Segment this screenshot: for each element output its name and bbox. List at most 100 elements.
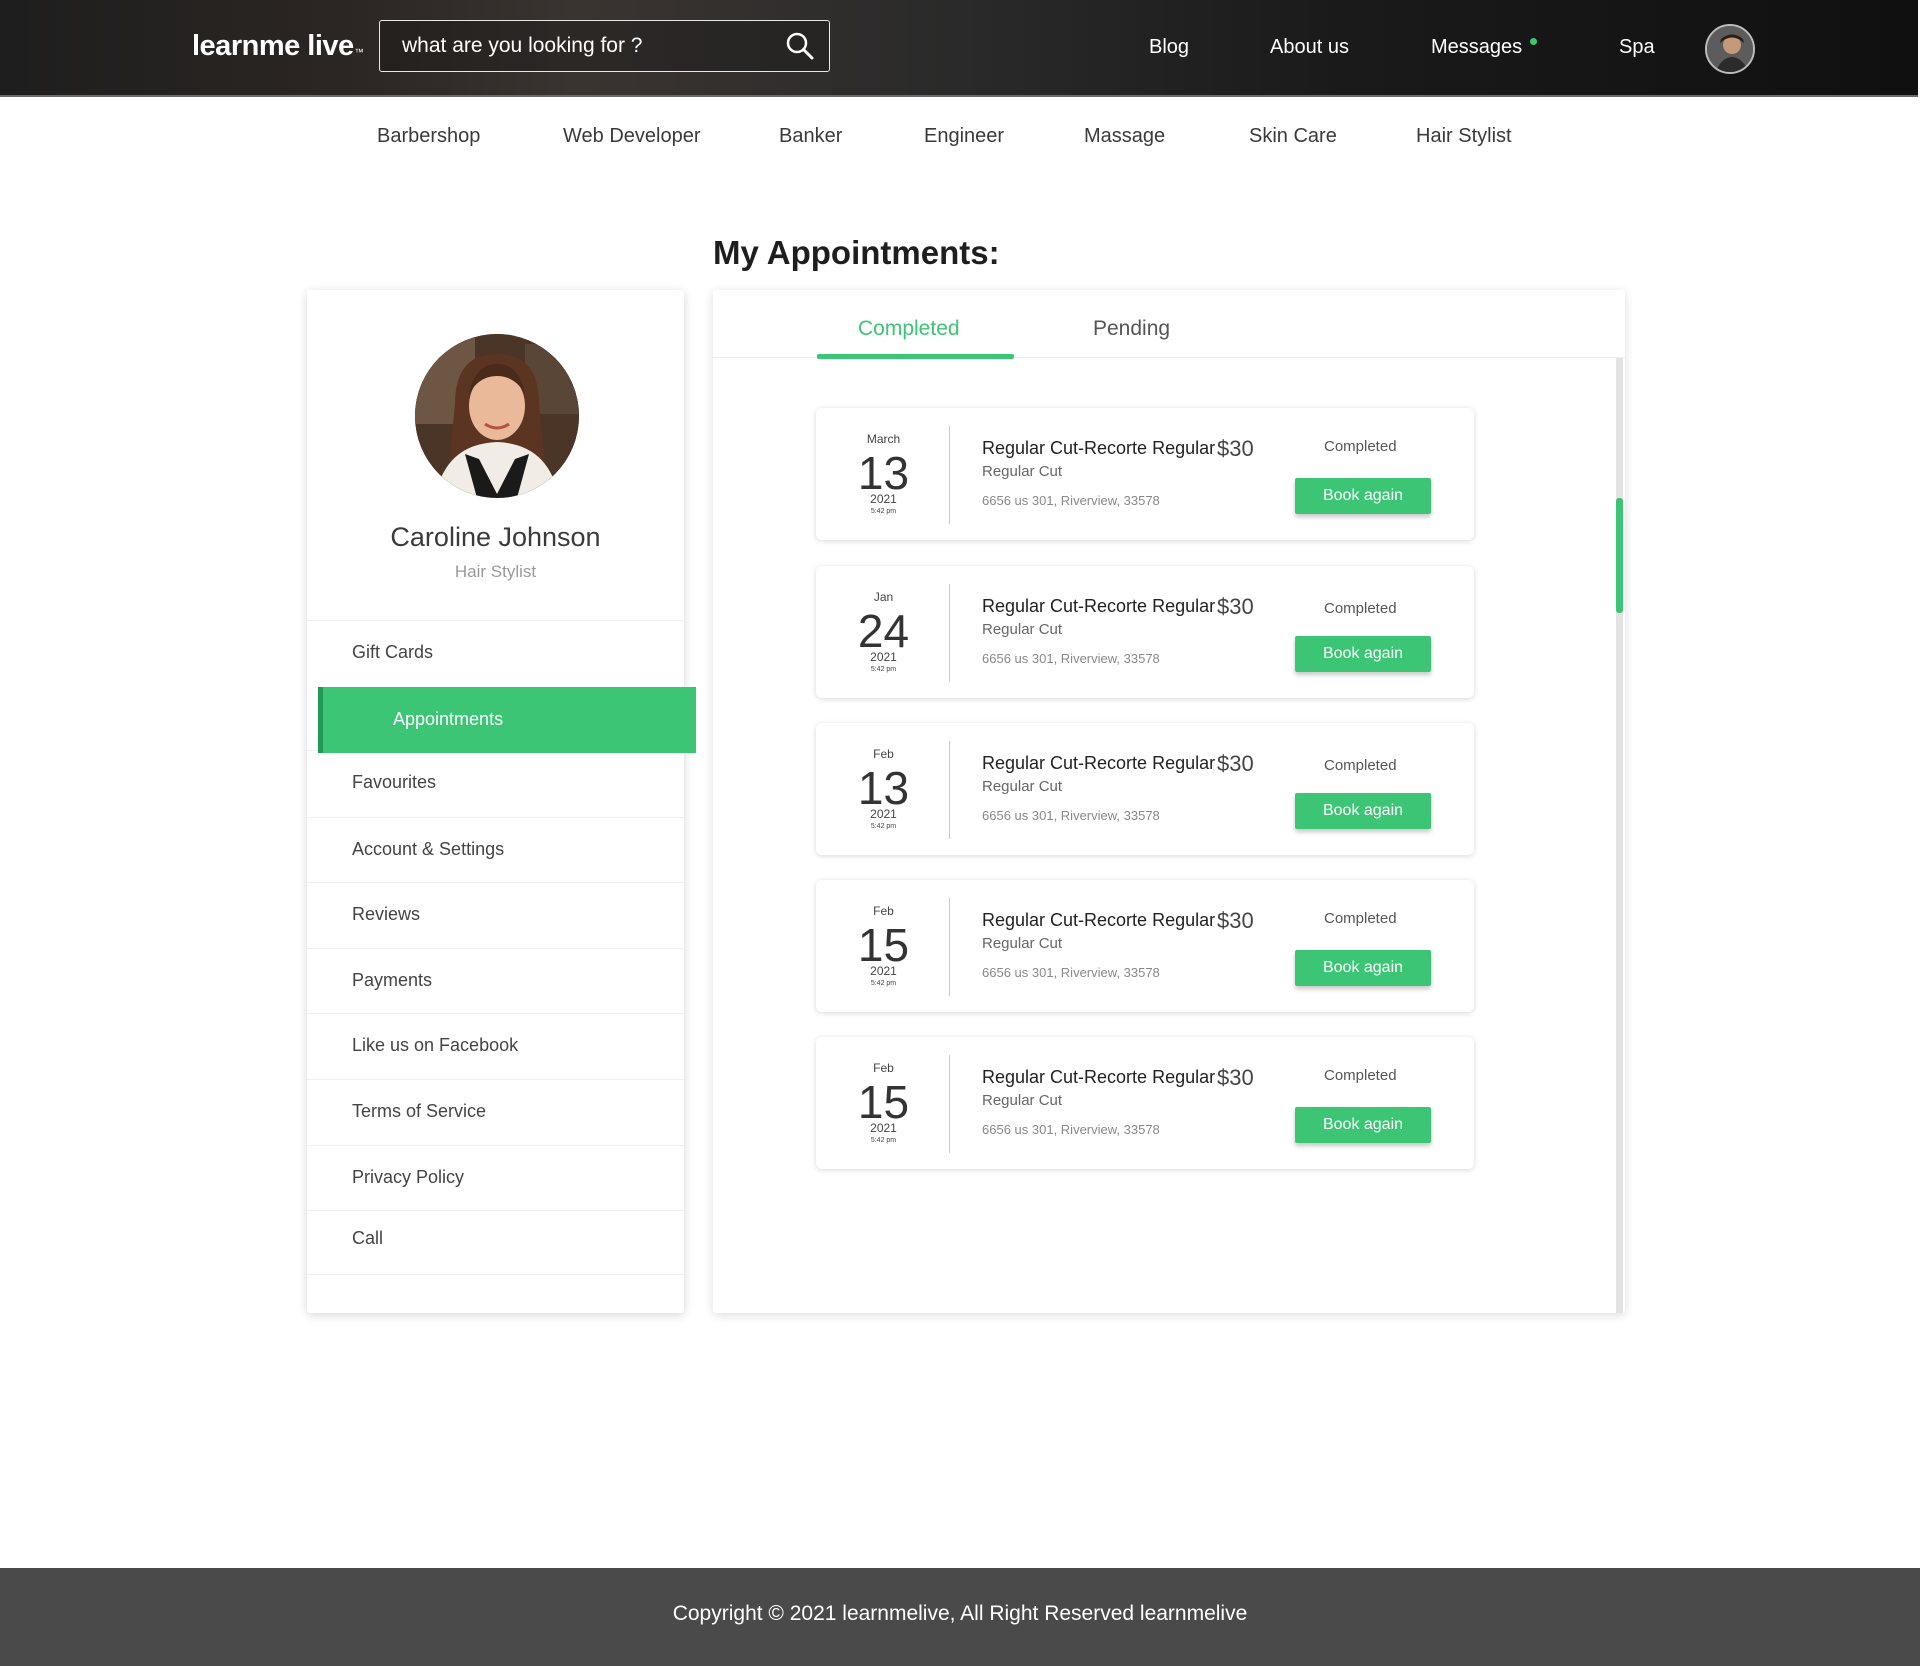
date-month: Feb [873,1061,894,1075]
appointment-date: Jan 24 2021 5:42 pm [816,566,951,698]
category-banker[interactable]: Banker [779,125,842,148]
user-avatar[interactable] [1705,24,1755,74]
profile-role: Hair Stylist [454,562,537,581]
date-year: 2021 [870,650,897,664]
footer: Copyright © 2021 learnmelive, All Right … [0,1568,1920,1666]
service-price: $30 [1217,594,1254,619]
nav-spa[interactable]: Spa [1619,36,1655,59]
card-divider [949,741,950,839]
service-name: Regular Cut-Recorte Regular [982,753,1216,773]
menu-favourites[interactable]: Favourites [307,750,684,814]
service-address: 6656 us 301, Riverview, 33578 [982,965,1160,980]
menu-item-label: Reviews [352,904,421,924]
book-again-button[interactable]: Book again [1295,478,1431,514]
book-again-button[interactable]: Book again [1295,950,1431,986]
service-subtitle: Regular Cut [982,1092,1063,1109]
status-label: Completed [1324,910,1397,927]
book-again-button[interactable]: Book again [1295,636,1431,672]
menu-call[interactable]: Call [307,1210,684,1275]
date-time: 5:42 pm [870,823,897,830]
category-web-developer[interactable]: Web Developer [563,125,700,148]
nav-about-us[interactable]: About us [1270,36,1349,59]
appointment-card: Jan 24 2021 5:42 pm Regular Cut-Recorte … [816,566,1474,698]
status-label: Completed [1324,600,1397,617]
book-again-button[interactable]: Book again [1295,793,1431,829]
service-price: $30 [1217,751,1254,776]
menu-item-label: Account & Settings [352,839,505,859]
nav-messages[interactable]: Messages [1431,36,1522,59]
appointments-panel: Completed Pending March 13 2021 5:42 pm … [713,290,1625,1313]
service-subtitle: Regular Cut [982,935,1063,952]
tab-pending[interactable]: Pending [1093,317,1170,341]
date-month: Jan [873,590,894,604]
appointment-card: Feb 15 2021 5:42 pm Regular Cut-Recorte … [816,880,1474,1012]
appointment-date: Feb 15 2021 5:42 pm [816,1037,951,1169]
appointment-card: March 13 2021 5:42 pm Regular Cut-Recort… [816,408,1474,540]
service-subtitle: Regular Cut [982,463,1063,480]
top-header: learnme live™ Blog About us Messages Spa [0,0,1918,97]
menu-item-label: Privacy Policy [352,1167,465,1187]
menu-item-label: Favourites [352,772,437,792]
tab-completed[interactable]: Completed [858,317,960,341]
appointment-date: March 13 2021 5:42 pm [816,408,951,540]
date-year: 2021 [870,492,897,506]
date-year: 2021 [870,964,897,978]
date-time: 5:42 pm [870,508,897,515]
book-again-button[interactable]: Book again [1295,1107,1431,1143]
menu-item-label: Call [352,1228,384,1248]
service-address: 6656 us 301, Riverview, 33578 [982,651,1160,666]
menu-item-label: Payments [352,970,433,990]
menu-item-label: Terms of Service [352,1101,487,1121]
service-subtitle: Regular Cut [982,778,1063,795]
menu-account-settings[interactable]: Account & Settings [307,817,684,881]
profile-photo-icon [415,334,579,498]
service-price: $30 [1217,908,1254,933]
status-label: Completed [1324,438,1397,455]
profile-name: Caroline Johnson [390,522,601,552]
status-label: Completed [1324,757,1397,774]
date-month: Feb [873,747,894,761]
logo-trademark: ™ [354,47,364,57]
appointment-date: Feb 15 2021 5:42 pm [816,880,951,1012]
menu-like-facebook[interactable]: Like us on Facebook [307,1013,684,1077]
menu-appointments[interactable]: Appointments [318,687,696,753]
date-month: Feb [873,904,894,918]
menu-payments[interactable]: Payments [307,948,684,1012]
date-month: March [866,432,901,446]
card-divider [949,898,950,996]
logo-text: learnme live [192,30,354,62]
category-hair-stylist[interactable]: Hair Stylist [1416,125,1512,148]
profile-sidebar: Caroline Johnson Hair Stylist Gift Cards… [307,290,696,1313]
menu-privacy-policy[interactable]: Privacy Policy [307,1145,684,1209]
card-divider [949,426,950,524]
service-address: 6656 us 301, Riverview, 33578 [982,808,1160,823]
active-tab-indicator [817,354,1014,359]
menu-reviews[interactable]: Reviews [307,882,684,946]
page-title: My Appointments: [713,234,1000,271]
category-massage[interactable]: Massage [1084,125,1165,148]
service-name: Regular Cut-Recorte Regular [982,596,1216,616]
category-engineer[interactable]: Engineer [924,125,1004,148]
date-year: 2021 [870,807,897,821]
logo[interactable]: learnme live™ [192,30,364,63]
menu-item-label: Gift Cards [352,642,434,662]
appointment-date: Feb 13 2021 5:42 pm [816,723,951,855]
service-name: Regular Cut-Recorte Regular [982,438,1216,458]
date-year: 2021 [870,1121,897,1135]
menu-item-label: Like us on Facebook [352,1035,519,1055]
card-divider [949,584,950,682]
menu-terms-of-service[interactable]: Terms of Service [307,1079,684,1143]
menu-gift-cards[interactable]: Gift Cards [307,620,684,684]
search-box [379,20,830,72]
service-address: 6656 us 301, Riverview, 33578 [982,493,1160,508]
menu-item-label: Appointments [393,709,504,729]
service-name: Regular Cut-Recorte Regular [982,910,1216,930]
search-input[interactable] [402,21,762,71]
search-icon[interactable] [785,31,815,61]
category-skin-care[interactable]: Skin Care [1249,125,1337,148]
scrollbar-thumb[interactable] [1616,498,1623,613]
date-time: 5:42 pm [870,980,897,987]
nav-blog[interactable]: Blog [1149,36,1189,59]
category-barbershop[interactable]: Barbershop [377,125,480,148]
appointment-card: Feb 13 2021 5:42 pm Regular Cut-Recorte … [816,723,1474,855]
